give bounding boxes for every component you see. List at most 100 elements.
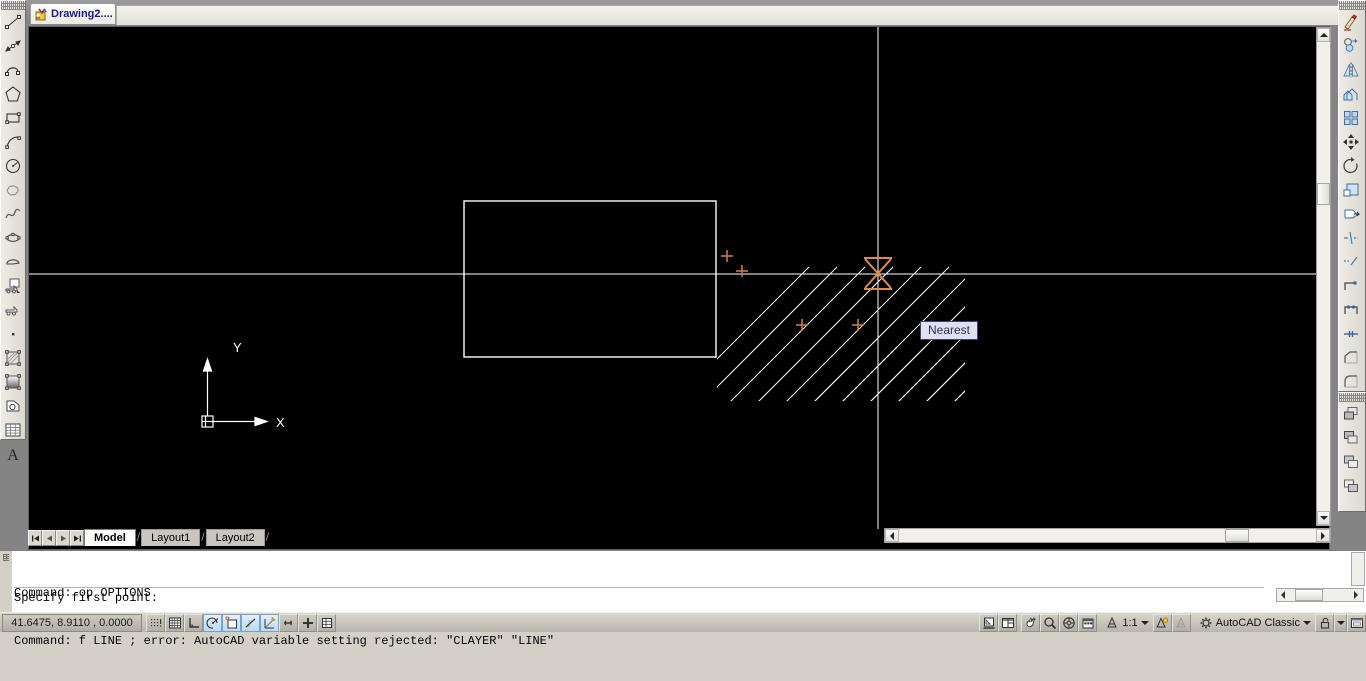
- canvas-horizontal-scrollbar[interactable]: [884, 528, 1331, 543]
- break-at-point-icon-button[interactable]: [1339, 274, 1363, 298]
- send-under-object-icon-button[interactable]: [1339, 474, 1363, 498]
- command-horizontal-scrollbar[interactable]: [1276, 588, 1364, 602]
- cmd-scroll-thumb[interactable]: [1295, 589, 1323, 601]
- modify-toolbar: [1338, 0, 1366, 414]
- scroll-up-button[interactable]: [1317, 28, 1330, 42]
- layout-tab-layout2[interactable]: Layout2: [205, 529, 265, 546]
- dynamic-ucs-icon-button[interactable]: [260, 613, 279, 632]
- vertical-scroll-thumb[interactable]: [1317, 183, 1330, 205]
- clean-screen-icon-button[interactable]: [1347, 613, 1366, 632]
- ellipse-icon-button[interactable]: [1, 226, 25, 250]
- draw-toolbar-grip[interactable]: [1, 1, 25, 10]
- move-icon-button[interactable]: [1339, 130, 1363, 154]
- line-icon-button[interactable]: [1, 10, 25, 34]
- trim-icon-button[interactable]: [1339, 226, 1363, 250]
- send-to-back-icon-button[interactable]: [1339, 426, 1363, 450]
- chevron-down-icon[interactable]: [1140, 620, 1149, 625]
- workspace-chevron-down-icon[interactable]: [1303, 620, 1311, 625]
- next-layout-button[interactable]: [56, 530, 70, 546]
- horizontal-scroll-thumb[interactable]: [1225, 529, 1249, 542]
- osnap-square-icon-button[interactable]: [222, 613, 241, 632]
- first-layout-button[interactable]: [28, 530, 42, 546]
- annotation-autoscale-icon-button[interactable]: [1171, 613, 1191, 632]
- command-prompt-input[interactable]: Specify first point:: [14, 587, 1264, 611]
- gradient-icon-button[interactable]: [1, 370, 25, 394]
- grid-icon-button[interactable]: [165, 613, 184, 632]
- polygon-icon-button[interactable]: [1, 82, 25, 106]
- scale-icon-button[interactable]: [1339, 178, 1363, 202]
- zoom-magnifier-icon-button[interactable]: [1040, 613, 1060, 632]
- prev-layout-button[interactable]: [42, 530, 56, 546]
- annotation-visibility-icon-button[interactable]: [1152, 613, 1172, 632]
- join-icon-button[interactable]: [1339, 322, 1363, 346]
- status-menu-chevron-down-icon[interactable]: [1336, 620, 1345, 625]
- annotation-scale-button[interactable]: 1:1: [1101, 614, 1152, 632]
- cmd-scroll-left-button[interactable]: [1281, 591, 1285, 599]
- polar-angle-icon-button[interactable]: [203, 613, 222, 632]
- snap-dots-icon-button[interactable]: [146, 613, 165, 632]
- spline-icon-button[interactable]: [1, 202, 25, 226]
- scroll-left-button[interactable]: [885, 529, 899, 542]
- quick-props-icon-button[interactable]: [317, 613, 336, 632]
- draw-order-toolbar-grip[interactable]: [1339, 393, 1365, 402]
- rectangle-icon-button[interactable]: [1, 106, 25, 130]
- hatch-icon-button[interactable]: [1, 346, 25, 370]
- document-tab-drawing2[interactable]: iB Drawing2....: [30, 3, 116, 24]
- scroll-right-button[interactable]: [1316, 529, 1330, 542]
- workspace-switcher-button[interactable]: AutoCAD Classic: [1195, 614, 1315, 632]
- pan-hand-icon-button[interactable]: [1021, 613, 1041, 632]
- copy-icon-button[interactable]: [1339, 34, 1363, 58]
- region-icon-button[interactable]: [1, 394, 25, 418]
- status-menu-icon-button[interactable]: [1334, 613, 1347, 632]
- extend-icon-button[interactable]: [1339, 250, 1363, 274]
- multiline-text-icon-button[interactable]: A: [1, 442, 25, 466]
- polyline-icon-button[interactable]: [1, 58, 25, 82]
- break-icon-button[interactable]: [1339, 298, 1363, 322]
- cmd-scroll-right-button[interactable]: [1354, 591, 1358, 599]
- drawing-canvas[interactable]: Y X Nearest: [28, 26, 1330, 550]
- chamfer-icon-button[interactable]: [1339, 346, 1363, 370]
- draw-order-toolbar: [1338, 392, 1366, 512]
- coordinate-display[interactable]: 41.6475, 8.9110 , 0.0000: [2, 613, 142, 632]
- dyn-input-icon-button[interactable]: [279, 613, 298, 632]
- arc-icon-button[interactable]: [1, 130, 25, 154]
- last-layout-button[interactable]: [70, 530, 84, 546]
- scroll-down-button[interactable]: [1317, 511, 1330, 525]
- lock-icon-button[interactable]: [1315, 613, 1334, 632]
- show-motion-icon-button[interactable]: [1078, 613, 1098, 632]
- erase-icon-button[interactable]: [1339, 10, 1363, 34]
- ellipse-arc-icon-button[interactable]: [1, 250, 25, 274]
- canvas-vertical-scrollbar[interactable]: [1316, 27, 1331, 526]
- model-space-icon-button[interactable]: [979, 613, 999, 632]
- modify-toolbar-grip[interactable]: [1339, 1, 1365, 10]
- osnap-track-icon-button[interactable]: [241, 613, 260, 632]
- rotate-icon-button[interactable]: [1339, 154, 1363, 178]
- document-tab-label: Drawing2....: [51, 8, 113, 20]
- ortho-corner-icon-button[interactable]: [184, 613, 203, 632]
- layout-tab-layout1[interactable]: Layout1: [141, 529, 201, 546]
- offset-icon-button[interactable]: [1339, 82, 1363, 106]
- construction-line-icon-button[interactable]: [1, 34, 25, 58]
- hatch-region: [717, 266, 965, 401]
- layout-tab-bar: Model / Layout1 / Layout2 /: [28, 528, 328, 546]
- revision-cloud-icon-button[interactable]: [1, 178, 25, 202]
- command-window-grip[interactable]: [0, 551, 12, 613]
- array-icon-button[interactable]: [1339, 106, 1363, 130]
- make-block-icon-button[interactable]: [1, 298, 25, 322]
- mirror-icon-button[interactable]: [1339, 58, 1363, 82]
- steering-wheel-icon-button[interactable]: [1059, 613, 1079, 632]
- stretch-icon-button[interactable]: [1339, 202, 1363, 226]
- insert-block-icon-button[interactable]: [1, 274, 25, 298]
- circle-icon-button[interactable]: [1, 154, 25, 178]
- viewports-icon-button[interactable]: [998, 613, 1018, 632]
- bring-above-object-icon-button[interactable]: [1339, 450, 1363, 474]
- lineweight-icon-button[interactable]: [298, 613, 317, 632]
- bring-to-front-icon-button[interactable]: [1339, 402, 1363, 426]
- workspace-label: AutoCAD Classic: [1215, 616, 1300, 629]
- point-icon-button[interactable]: [1, 322, 25, 346]
- fillet-icon-button[interactable]: [1339, 370, 1363, 394]
- layout-tab-model[interactable]: Model: [84, 529, 136, 546]
- ucs-icon: [201, 357, 269, 428]
- command-vertical-scrollbar[interactable]: [1351, 552, 1365, 586]
- table-icon-button[interactable]: [1, 418, 25, 442]
